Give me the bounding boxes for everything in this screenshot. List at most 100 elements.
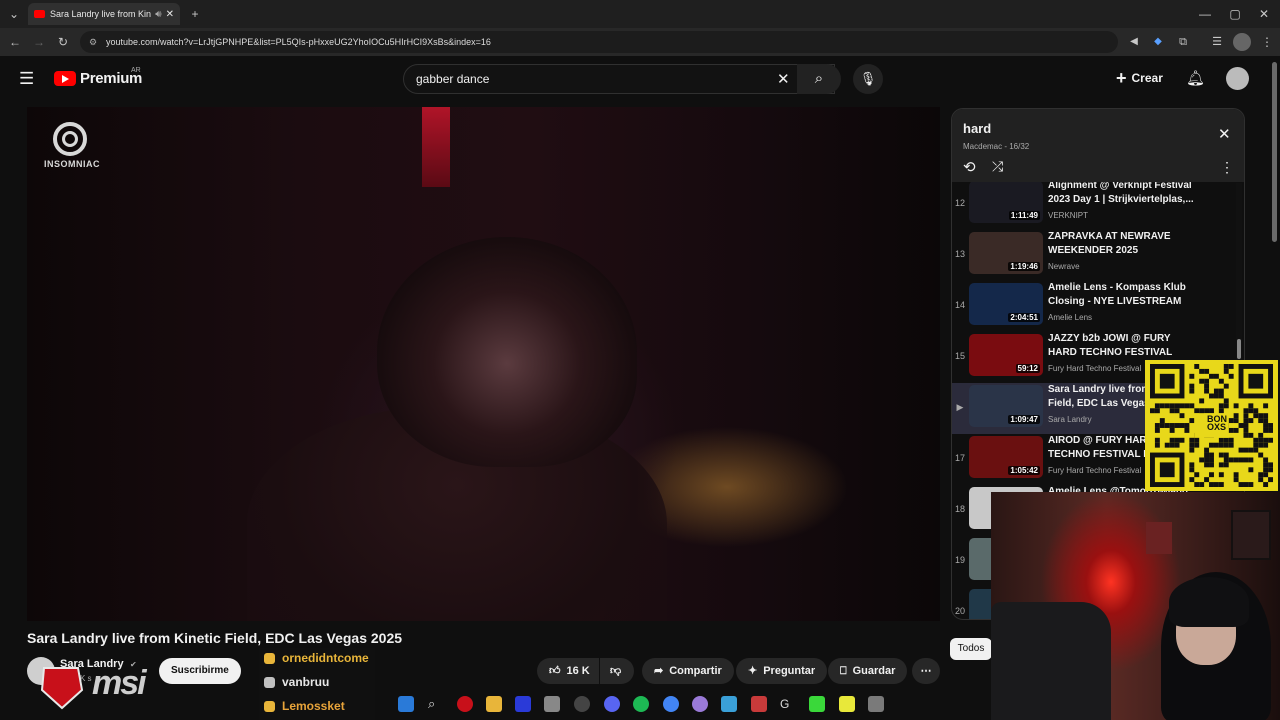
dislike-button[interactable]: 👎︎ — [600, 658, 634, 684]
playlist-item-channel: Newrave — [1048, 262, 1080, 271]
chat-message: ornedidntcome — [264, 651, 369, 665]
playlist-item-thumbnail[interactable]: 2:04:51 — [969, 283, 1043, 325]
guide-menu-icon[interactable]: ☰ — [19, 70, 34, 87]
media-volume-icon[interactable]: ◀ — [1126, 34, 1142, 50]
chat-badge-icon — [264, 700, 275, 712]
site-info-icon[interactable]: ⚙ — [89, 31, 97, 53]
qr-code-overlay: BON OXS — [1145, 360, 1278, 491]
playlist-item-thumbnail[interactable]: 1:19:46 — [969, 232, 1043, 274]
reading-list-icon[interactable]: ☰ — [1209, 34, 1225, 50]
browser-tab[interactable]: Sara Landry live from Kinetic 🔊︎ ✕ — [28, 3, 180, 25]
razer-icon[interactable] — [809, 696, 825, 712]
playlist-item-index: 12 — [954, 198, 965, 208]
playlist-meta: Macdemac - 16/32 — [963, 142, 1030, 151]
playlist-item-thumbnail[interactable]: 1:05:42 — [969, 436, 1043, 478]
discord-icon[interactable] — [604, 696, 620, 712]
chat-username: vanbruu — [282, 675, 330, 689]
notifications-bell-icon[interactable]: 🔔︎ — [1186, 69, 1205, 87]
search-input[interactable]: gabber dance — [403, 64, 835, 94]
window-close-icon[interactable]: ✕ — [1256, 6, 1272, 22]
extensions-puzzle-icon[interactable]: ⧉ — [1175, 34, 1191, 50]
playlist-item-channel: VERKNIPT — [1048, 211, 1089, 220]
start-icon[interactable] — [398, 696, 414, 712]
playlist-item-duration: 59:12 — [1015, 364, 1040, 373]
create-button[interactable]: + Crear — [1116, 68, 1163, 88]
profile-avatar-icon[interactable] — [1233, 33, 1251, 51]
like-button[interactable]: 👍︎ 16 K — [537, 658, 599, 684]
playlist-item-title[interactable]: JAZZY b2b JOWI @ FURY HARD TECHNO FESTIV… — [1048, 332, 1198, 361]
save-button[interactable]: ⎕ Guardar — [828, 658, 908, 684]
more-actions-button[interactable]: ⋯ — [912, 658, 940, 684]
playlist-item-title[interactable]: ZAPRAVKA AT NEWRAVE WEEKENDER 2025 — [1048, 230, 1198, 258]
playlist-item-title[interactable]: Alignment @ Verknipt Festival 2023 Day 1… — [1048, 182, 1198, 207]
playlist-item-index: ▶ — [956, 402, 964, 412]
playlist-item[interactable]: 13 1:19:46 ZAPRAVKA AT NEWRAVE WEEKENDER 2… — [952, 230, 1238, 281]
clear-search-icon[interactable]: ✕ — [777, 70, 790, 88]
tab-audio-icon[interactable]: 🔊︎ — [155, 9, 161, 20]
playlist-item[interactable]: 14 2:04:51 Amelie Lens - Kompass Klub Clos… — [952, 281, 1238, 332]
extension-icon[interactable]: ◆ — [1150, 34, 1166, 50]
dislike-icon: 👎︎ — [610, 665, 622, 677]
photos-icon[interactable] — [721, 696, 737, 712]
playlist-scroll-thumb[interactable] — [1237, 339, 1241, 359]
more-horizontal-icon: ⋯ — [920, 665, 932, 677]
g-hub-icon[interactable]: G — [780, 696, 796, 712]
tab-search-icon[interactable]: ⌄ — [6, 6, 22, 22]
playlist-item-title[interactable]: Amelie Lens - Kompass Klub Closing - NYE… — [1048, 281, 1198, 309]
search-button[interactable]: ⌕ — [797, 64, 841, 94]
playlist-item[interactable]: 12 1:11:49 Alignment @ Verknipt Festival 2… — [952, 182, 1238, 230]
tab-close-icon[interactable]: ✕ — [166, 9, 174, 20]
playlist-item-thumbnail[interactable]: 1:09:47 — [969, 385, 1043, 427]
youtube-logo-icon[interactable] — [54, 71, 76, 86]
playlist-item-index: 15 — [954, 351, 965, 361]
chat-username: ornedidntcome — [282, 651, 369, 665]
page-scrollbar[interactable] — [1272, 62, 1277, 242]
playlist-item-thumbnail[interactable]: 59:12 — [969, 334, 1043, 376]
stage-light — [422, 107, 450, 187]
playlist-title[interactable]: hard — [963, 121, 991, 136]
playlist-item-channel: Sara Landry — [1048, 415, 1092, 424]
account-avatar[interactable] — [1226, 67, 1249, 90]
url-field[interactable]: ⚙ youtube.com/watch?v=LrJtjGPNHPE&list=P… — [80, 31, 1118, 53]
app-icon-misc[interactable] — [868, 696, 884, 712]
playlist-item-duration: 1:09:47 — [1008, 415, 1040, 424]
spotify-icon[interactable] — [633, 696, 649, 712]
back-icon[interactable]: ← — [7, 34, 23, 50]
netflix-icon[interactable] — [751, 696, 767, 712]
share-label: Compartir — [669, 665, 722, 677]
obs-icon[interactable] — [574, 696, 590, 712]
close-playlist-icon[interactable]: ✕ — [1218, 125, 1231, 143]
save-label: Guardar — [852, 665, 896, 677]
shuffle-icon[interactable]: ⤮ — [992, 158, 1003, 175]
maximize-icon[interactable]: ▢ — [1227, 6, 1243, 22]
reload-icon[interactable]: ↻ — [55, 34, 71, 50]
playlist-menu-icon[interactable]: ⋮ — [1220, 159, 1234, 176]
watermark-text: INSOMNIAC — [44, 159, 100, 169]
chat-username: Lemossket — [282, 699, 345, 713]
forward-icon[interactable]: → — [31, 34, 47, 50]
app-icon-ring[interactable] — [692, 696, 708, 712]
msi-app-icon[interactable] — [457, 696, 473, 712]
voice-search-icon[interactable]: 🎙︎ — [853, 64, 883, 94]
playlist-item-thumbnail[interactable]: 1:11:49 — [969, 182, 1043, 223]
ask-button[interactable]: ✦ Preguntar — [736, 658, 828, 684]
taskbar-search-icon[interactable]: ⌕ — [428, 696, 444, 712]
loop-icon[interactable]: ⟲ — [963, 158, 976, 176]
vpn-app-icon[interactable] — [515, 696, 531, 712]
brand-text: msi — [92, 664, 147, 702]
plus-icon: + — [1116, 68, 1127, 88]
minimize-icon[interactable]: — — [1197, 6, 1213, 22]
notes-icon[interactable] — [839, 696, 855, 712]
chrome-icon[interactable] — [663, 696, 679, 712]
share-icon: ➦ — [654, 665, 664, 677]
share-button[interactable]: ➦ Compartir — [642, 658, 734, 684]
video-player[interactable] — [27, 107, 940, 621]
youtube-favicon-icon — [34, 10, 45, 18]
playlist-item-index: 19 — [954, 555, 965, 565]
create-label: Crear — [1131, 71, 1163, 85]
browser-menu-icon[interactable]: ⋮ — [1259, 34, 1275, 50]
new-tab-icon[interactable]: + — [187, 6, 203, 22]
store-app-icon[interactable] — [544, 696, 560, 712]
file-explorer-icon[interactable] — [486, 696, 502, 712]
filter-chip-all[interactable]: Todos — [950, 638, 992, 660]
